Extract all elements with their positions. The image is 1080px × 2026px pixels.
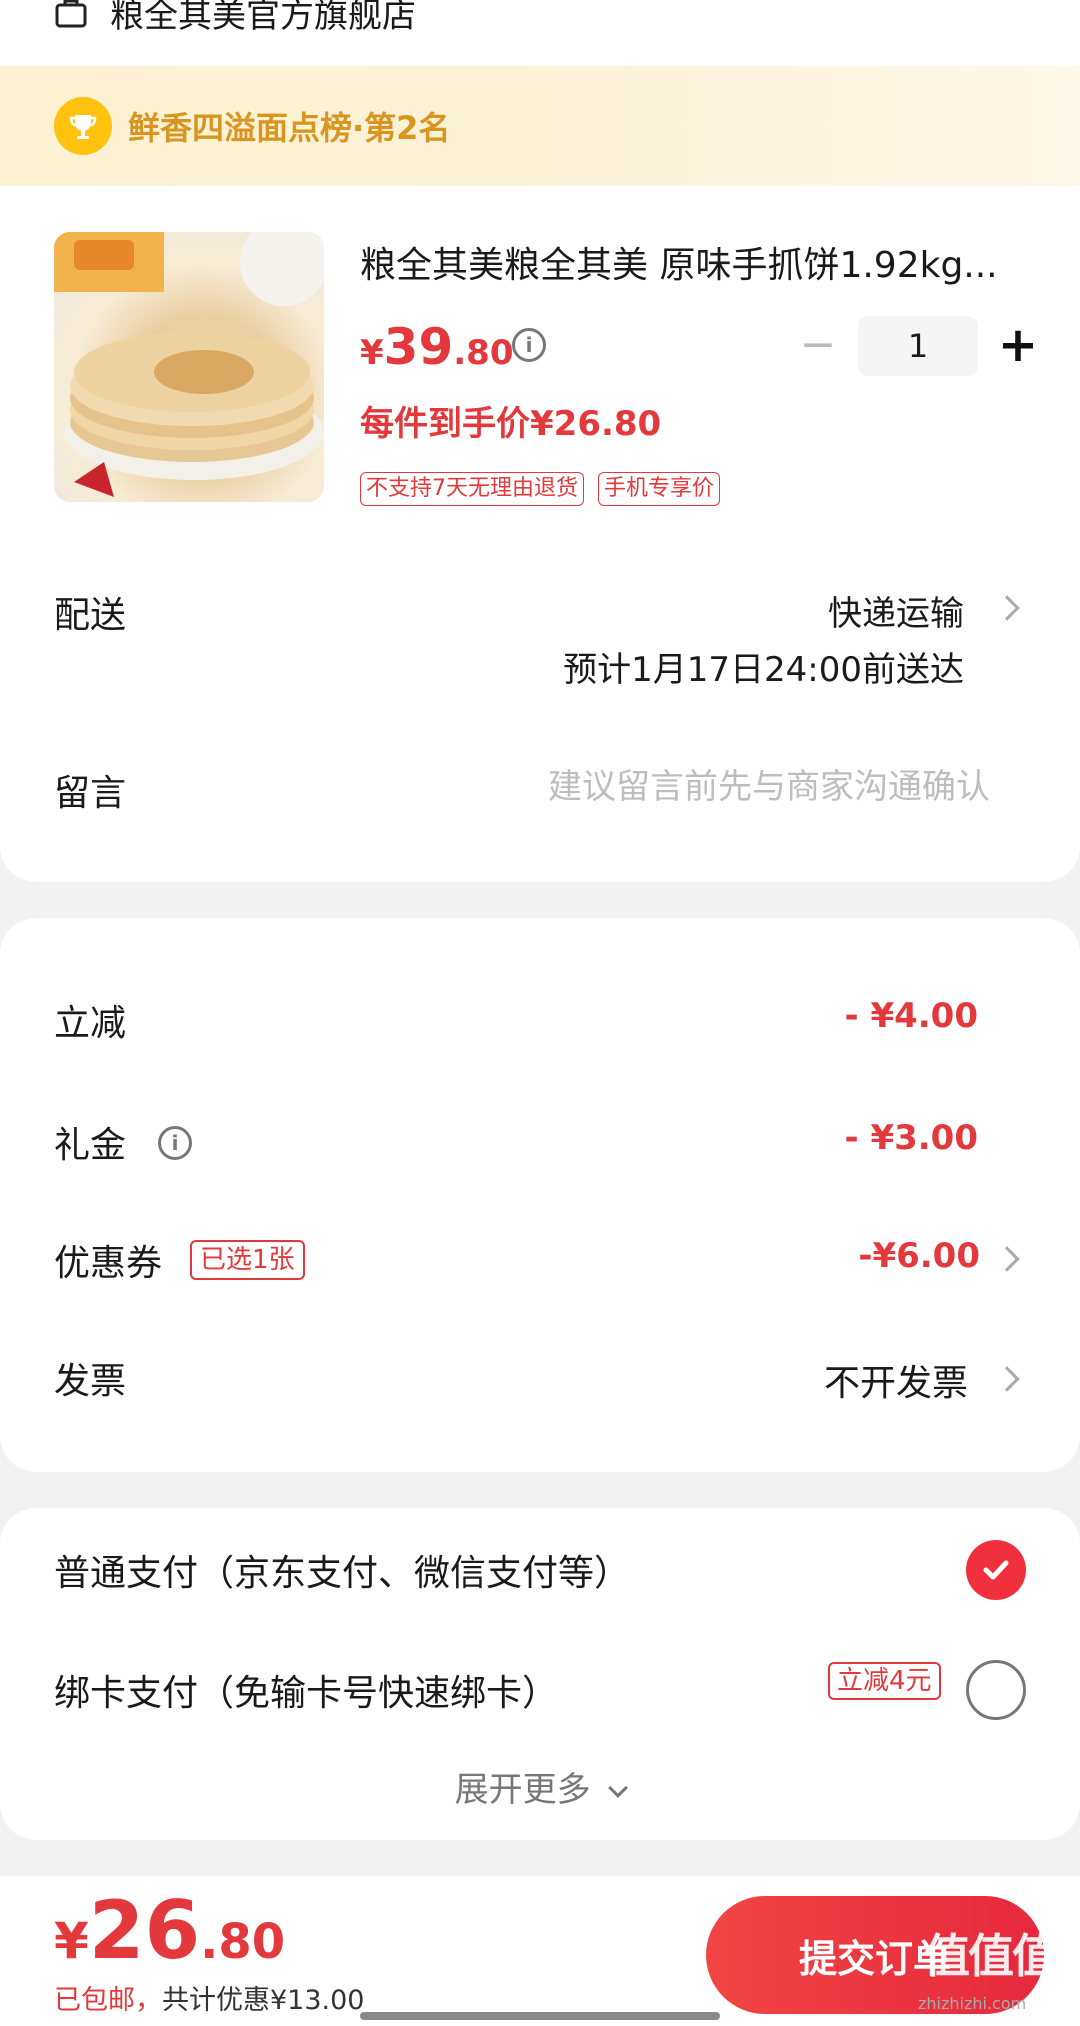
coupon-amount: -¥6.00 — [858, 1236, 980, 1276]
invoice-row[interactable]: 发票 不开发票 — [0, 1352, 1080, 1412]
home-indicator[interactable] — [360, 2012, 720, 2020]
gift-info-icon[interactable]: i — [158, 1126, 192, 1160]
price-decimal: .80 — [453, 333, 514, 373]
expand-more-button[interactable]: 展开更多 — [0, 1762, 1080, 1811]
instant-discount-amount: - ¥4.00 — [844, 996, 979, 1036]
gift-row: 礼金 i - ¥3.00 — [0, 1116, 1080, 1176]
coupon-badge: 已选1张 — [190, 1240, 305, 1280]
discounts-card: 立减 - ¥4.00 礼金 i - ¥3.00 优惠券 已选1张 -¥6.00 … — [0, 918, 1080, 1472]
chevron-down-icon — [608, 1778, 629, 1798]
payment-card-promo: 立减4元 — [828, 1662, 941, 1700]
quantity-value[interactable]: 1 — [858, 316, 978, 376]
rank-text: 鲜香四溢面点榜·第2名 — [128, 109, 451, 147]
store-name: 粮全其美官方旗舰店 — [110, 0, 416, 36]
coupon-row[interactable]: 优惠券 已选1张 -¥6.00 — [0, 1234, 1080, 1294]
tag-mobile-price: 手机专享价 — [598, 472, 721, 506]
payment-card-radio[interactable] — [966, 1660, 1026, 1720]
shipping-text: 已包邮， — [54, 1985, 162, 2016]
total-currency: ¥ — [54, 1912, 89, 1970]
unit-price: 每件到手价¥26.80 — [360, 404, 662, 444]
quantity-minus-button[interactable]: − — [788, 316, 848, 376]
invoice-label: 发票 — [54, 1361, 127, 1402]
total-summary[interactable]: 已包邮，共计优惠¥13.00 — [54, 1978, 364, 2017]
product-price: ¥ 39 .80 — [360, 318, 514, 376]
store-row[interactable]: 粮全其美官方旗舰店 — [54, 0, 416, 42]
chevron-right-icon[interactable] — [994, 595, 1020, 621]
checkmark-icon — [983, 1560, 1009, 1580]
product-tags: 不支持7天无理由退货 手机专享价 — [360, 472, 721, 506]
delivery-eta: 预计1月17日24:00前送达 — [563, 650, 964, 690]
quantity-plus-button[interactable]: + — [988, 316, 1048, 376]
product-image[interactable] — [54, 232, 324, 502]
watermark-logo: 值值值 — [924, 1929, 1058, 1983]
store-icon — [55, 0, 87, 28]
instant-discount-row: 立减 - ¥4.00 — [0, 994, 1080, 1054]
invoice-value: 不开发票 — [823, 1363, 968, 1404]
total-price: ¥ 26 .80 — [54, 1884, 285, 1977]
order-card: 粮全其美官方旗舰店 鲜香四溢面点榜·第2名 粮全其美粮全其美 原味手抓饼1.92… — [0, 0, 1080, 882]
note-label: 留言 — [54, 773, 127, 814]
total-decimal: .80 — [200, 1914, 286, 1970]
quantity-stepper: − 1 + — [788, 316, 1048, 376]
payment-normal-label[interactable]: 普通支付（京东支付、微信支付等） — [54, 1544, 630, 1596]
payment-card-label[interactable]: 绑卡支付（免输卡号快速绑卡） — [54, 1664, 558, 1716]
payment-normal-radio[interactable] — [966, 1540, 1026, 1600]
trophy-icon — [54, 97, 112, 155]
coupon-label: 优惠券 — [54, 1243, 163, 1284]
payment-card: 普通支付（京东支付、微信支付等） 绑卡支付（免输卡号快速绑卡） 立减4元 展开更… — [0, 1508, 1080, 1840]
savings-text: 共计优惠¥13.00 — [162, 1985, 365, 2016]
gift-label: 礼金 — [54, 1125, 127, 1166]
total-integer: 26 — [88, 1884, 201, 1977]
instant-discount-label: 立减 — [54, 1003, 127, 1044]
price-info-icon[interactable]: i — [512, 328, 546, 362]
rank-banner[interactable]: 鲜香四溢面点榜·第2名 — [0, 66, 1080, 186]
chevron-right-icon[interactable] — [994, 1366, 1020, 1392]
chevron-right-icon[interactable] — [994, 1246, 1020, 1272]
price-currency: ¥ — [360, 333, 384, 373]
note-input[interactable] — [430, 760, 990, 814]
price-integer: 39 — [383, 318, 454, 376]
delivery-label: 配送 — [54, 595, 127, 636]
tag-no-return: 不支持7天无理由退货 — [360, 472, 584, 506]
expand-more-label: 展开更多 — [454, 1770, 591, 1810]
delivery-method[interactable]: 快递运输 — [828, 586, 964, 635]
product-title[interactable]: 粮全其美粮全其美 原味手抓饼1.92kg... — [360, 236, 1030, 288]
watermark-url: zhizhizhi.com — [918, 1994, 1027, 2013]
gift-amount: - ¥3.00 — [844, 1118, 979, 1158]
